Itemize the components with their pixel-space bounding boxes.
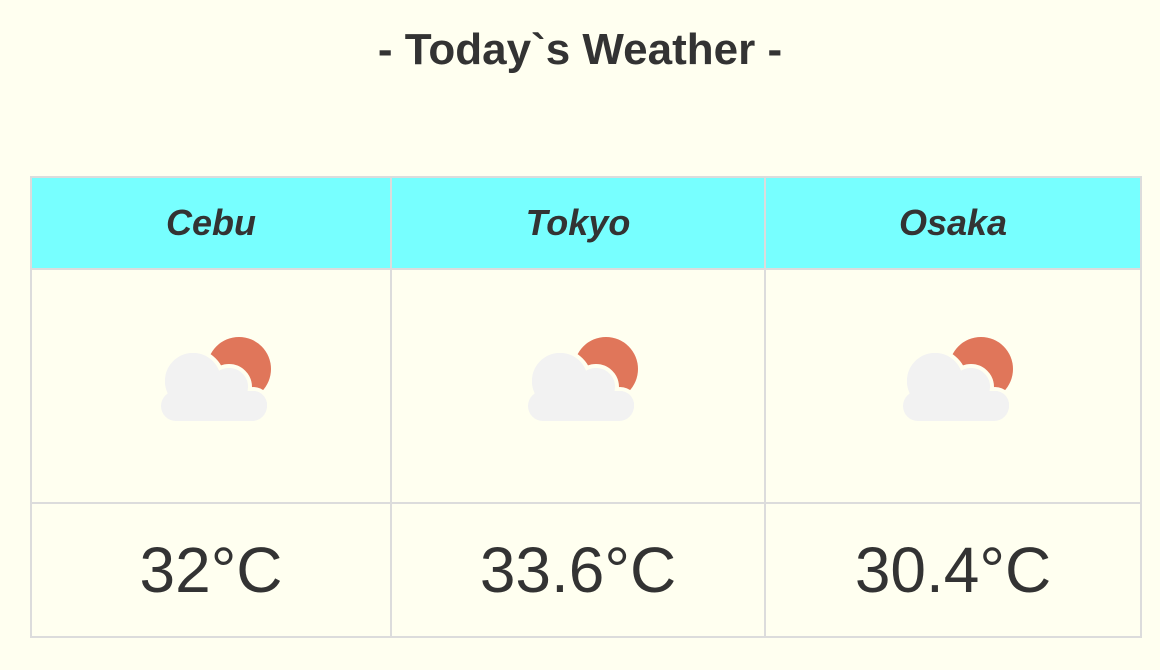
partly-cloudy-icon bbox=[161, 336, 271, 423]
temperature-osaka: 30.4°C bbox=[764, 502, 1142, 638]
weather-table: Cebu Tokyo Osaka 32°C 33.6°C 30.4°C bbox=[30, 176, 1142, 638]
city-name-cebu: Cebu bbox=[30, 176, 392, 270]
city-header-row: Cebu Tokyo Osaka bbox=[30, 176, 1142, 270]
icon-cell-osaka bbox=[764, 268, 1142, 504]
temperature-tokyo: 33.6°C bbox=[390, 502, 766, 638]
city-name-tokyo: Tokyo bbox=[390, 176, 766, 270]
temperature-row: 32°C 33.6°C 30.4°C bbox=[30, 502, 1142, 638]
weather-page: - Today`s Weather - Cebu Tokyo Osaka 32°… bbox=[0, 0, 1160, 670]
icon-row bbox=[30, 268, 1142, 504]
temperature-cebu: 32°C bbox=[30, 502, 392, 638]
partly-cloudy-icon bbox=[903, 336, 1013, 423]
icon-cell-tokyo bbox=[390, 268, 766, 504]
page-title: - Today`s Weather - bbox=[377, 25, 783, 74]
partly-cloudy-icon bbox=[528, 336, 638, 423]
icon-cell-cebu bbox=[30, 268, 392, 504]
city-name-osaka: Osaka bbox=[764, 176, 1142, 270]
